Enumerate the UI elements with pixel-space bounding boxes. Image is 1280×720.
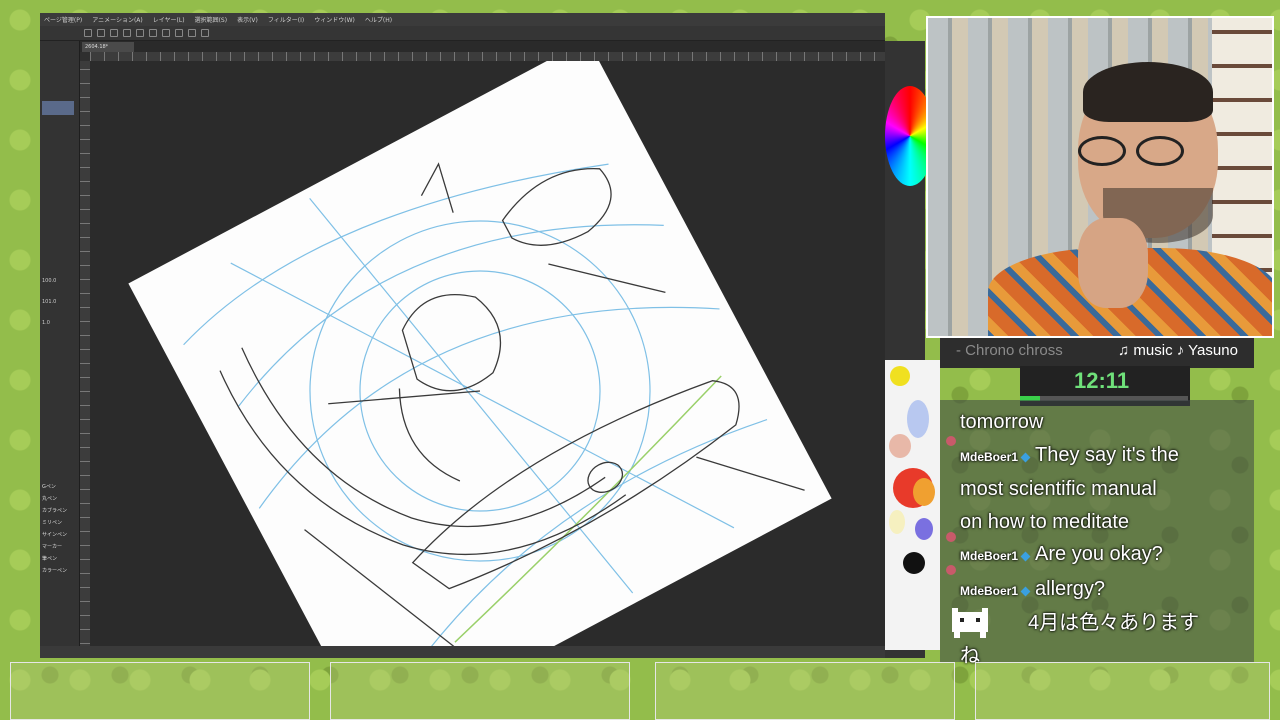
menu-item-help[interactable]: ヘルプ(H) bbox=[365, 15, 392, 24]
brush-item[interactable]: ミリペン bbox=[40, 517, 80, 529]
brush-item[interactable]: Gペン bbox=[40, 481, 80, 493]
brush-size-row[interactable]: 100.0 bbox=[42, 276, 76, 286]
chat-message: MdeBoer1 allergy? bbox=[960, 577, 1106, 600]
drawing-app-window: ページ管理(P) アニメーション(A) レイヤー(L) 選択範囲(S) 表示(V… bbox=[40, 13, 935, 658]
chat-avatar bbox=[946, 532, 956, 542]
document-tab-bar: 2604.18* bbox=[80, 41, 885, 52]
stream-timer: 12:11 bbox=[1074, 368, 1130, 393]
brush-item[interactable]: サインペン bbox=[40, 529, 80, 541]
chat-message: tomorrow bbox=[960, 411, 1044, 433]
menu-item-window[interactable]: ウィンドウ(W) bbox=[314, 15, 355, 24]
pixel-cat-icon bbox=[952, 608, 988, 638]
menu-item-filter[interactable]: フィルター(I) bbox=[268, 15, 304, 24]
bottom-slot bbox=[10, 662, 310, 720]
brush-opacity-row[interactable]: 101.0 bbox=[42, 297, 76, 307]
brush-item[interactable]: 筆ペン bbox=[40, 553, 80, 565]
menu-bar: ページ管理(P) アニメーション(A) レイヤー(L) 選択範囲(S) 表示(V… bbox=[40, 13, 885, 26]
color-swatch[interactable] bbox=[913, 478, 935, 506]
deselect-icon[interactable] bbox=[175, 29, 183, 37]
top-ruler bbox=[90, 52, 885, 61]
color-swatch[interactable] bbox=[907, 400, 929, 438]
left-ruler bbox=[80, 61, 90, 658]
game-title-ticker: - Chrono chross bbox=[956, 342, 1063, 359]
music-ticker: ♫ music ♪ Yasuno bbox=[1118, 342, 1238, 359]
chat-message: MdeBoer1 They say it's the bbox=[960, 443, 1179, 466]
status-bar bbox=[40, 646, 885, 658]
brush-item[interactable]: 丸ペン bbox=[40, 493, 80, 505]
streamer-hair bbox=[1083, 62, 1213, 122]
sketch-drawing bbox=[183, 162, 805, 658]
color-swatch[interactable] bbox=[915, 518, 933, 540]
color-swatch[interactable] bbox=[903, 552, 925, 574]
menu-item-animation[interactable]: アニメーション(A) bbox=[92, 15, 143, 24]
crop-icon[interactable] bbox=[201, 29, 209, 37]
menu-item-view[interactable]: 表示(V) bbox=[237, 15, 258, 24]
undo-icon[interactable] bbox=[123, 29, 131, 37]
tool-selected-swatch[interactable] bbox=[42, 101, 74, 115]
menu-item-selection[interactable]: 選択範囲(S) bbox=[195, 15, 228, 24]
bottom-slot bbox=[655, 662, 955, 720]
open-file-icon[interactable] bbox=[97, 29, 105, 37]
subscriber-badge-icon bbox=[1020, 452, 1031, 462]
save-icon[interactable] bbox=[110, 29, 118, 37]
menu-item-page[interactable]: ページ管理(P) bbox=[44, 15, 82, 24]
color-swatch[interactable] bbox=[889, 510, 905, 534]
chat-username: MdeBoer1 bbox=[960, 583, 1019, 598]
brush-item[interactable]: マーカー bbox=[40, 541, 80, 553]
chat-message: 4月は色々あります bbox=[1028, 612, 1200, 634]
bottom-slot bbox=[330, 662, 630, 720]
brush-item[interactable]: カブラペン bbox=[40, 505, 80, 517]
glasses bbox=[1078, 136, 1188, 166]
subscriber-badge-icon bbox=[1020, 551, 1031, 562]
chat-message: on how to meditate bbox=[960, 510, 1129, 533]
menu-item-layer[interactable]: レイヤー(L) bbox=[153, 15, 185, 24]
invert-selection-icon[interactable] bbox=[188, 29, 196, 37]
hand bbox=[1078, 218, 1148, 308]
redo-icon[interactable] bbox=[136, 29, 144, 37]
sketch-canvas[interactable] bbox=[128, 61, 832, 658]
chat-username: MdeBoer1 bbox=[960, 449, 1019, 464]
webcam-feed bbox=[926, 16, 1274, 338]
chat-message: MdeBoer1 Are you okay? bbox=[960, 543, 1163, 565]
command-toolbar bbox=[40, 26, 885, 41]
chat-feed: tomorrow MdeBoer1 They say it's the most … bbox=[960, 406, 1252, 672]
chat-message: most scientific manual bbox=[960, 478, 1157, 500]
new-file-icon[interactable] bbox=[84, 29, 92, 37]
chat-username: MdeBoer1 bbox=[960, 549, 1019, 563]
bottom-slot bbox=[975, 662, 1270, 720]
brush-item[interactable]: カラーペン bbox=[40, 565, 80, 577]
subscriber-badge-icon bbox=[1020, 586, 1031, 596]
color-swatch[interactable] bbox=[890, 366, 910, 386]
chat-avatar bbox=[946, 436, 956, 446]
canvas-area[interactable] bbox=[90, 61, 885, 658]
brush-list: Gペン 丸ペン カブラペン ミリペン サインペン マーカー 筆ペン カラーペン bbox=[40, 481, 80, 577]
transform-icon[interactable] bbox=[162, 29, 170, 37]
document-tab[interactable]: 2604.18* bbox=[82, 42, 134, 52]
color-swatch-palette bbox=[885, 360, 940, 650]
brush-stabilization-row[interactable]: 1.0 bbox=[42, 318, 76, 328]
chat-avatar bbox=[946, 565, 956, 575]
color-swatch[interactable] bbox=[889, 434, 911, 458]
clear-icon[interactable] bbox=[149, 29, 157, 37]
tool-property-panel: 100.0 101.0 1.0 Gペン 丸ペン カブラペン ミリペン サインペン… bbox=[40, 41, 80, 658]
